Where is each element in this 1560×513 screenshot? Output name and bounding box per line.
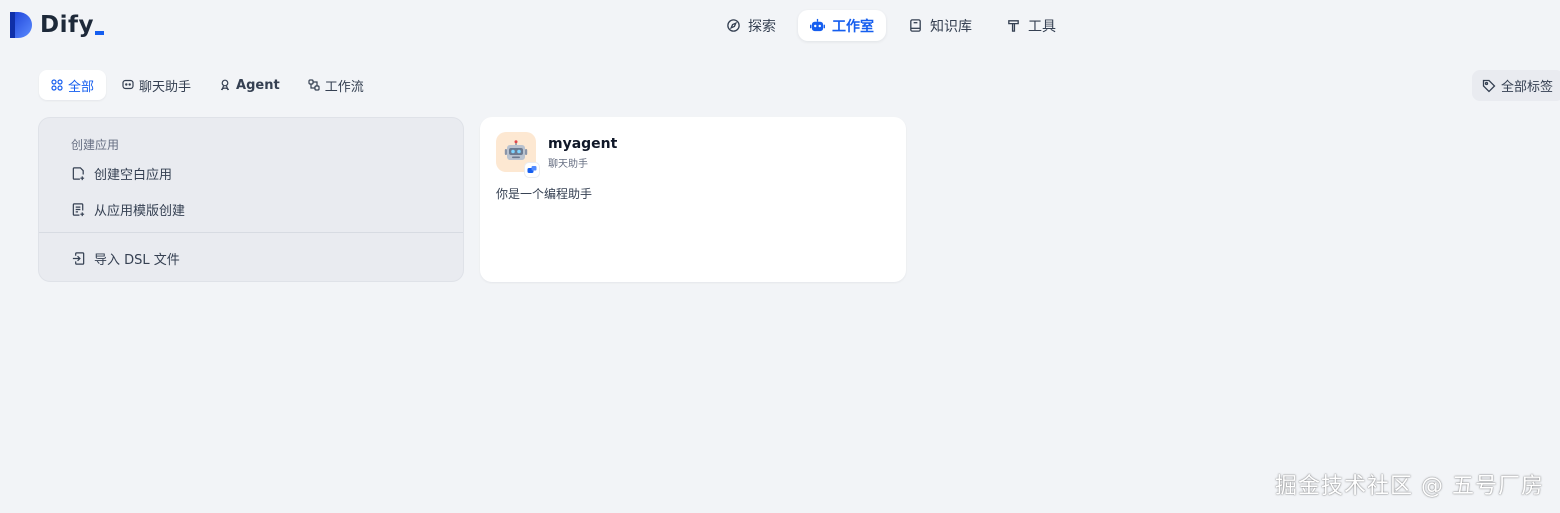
brand-name: Dify: [40, 12, 94, 38]
robot-emoji-icon: [504, 140, 528, 160]
watermark-text: 掘金技术社区 @ 五号厂房: [1275, 474, 1544, 499]
file-import-icon: [72, 251, 85, 265]
create-blank-app-label: 创建空白应用: [94, 167, 173, 183]
grid-icon: [51, 79, 63, 91]
workflow-icon: [308, 79, 320, 91]
agent-icon: [220, 79, 230, 91]
nav-tools-label: 工具: [1028, 18, 1056, 35]
create-from-template-button[interactable]: 从应用模版创建: [71, 199, 185, 219]
tag-filter-button[interactable]: 全部标签: [1472, 70, 1560, 101]
tab-agent[interactable]: Agent: [207, 70, 292, 100]
create-card-divider: [39, 232, 463, 233]
top-header: Dify 探索 工作室 知识库 工具: [0, 0, 1560, 52]
robot-icon: [810, 18, 825, 32]
tab-agent-label: Agent: [236, 77, 280, 93]
chat-bubble-icon: [122, 79, 134, 90]
nav-explore[interactable]: 探索: [714, 10, 788, 41]
create-app-title: 创建应用: [71, 138, 120, 152]
tab-all[interactable]: 全部: [39, 70, 107, 100]
tab-workflow[interactable]: 工作流: [296, 70, 376, 100]
app-mode-label: 聊天助手: [548, 159, 588, 170]
tag-icon: [1482, 79, 1496, 92]
tag-filter-label: 全部标签: [1501, 80, 1554, 95]
nav-tools[interactable]: 工具: [994, 10, 1068, 41]
app-type-tabs: 全部 聊天助手 Agent 工作流: [39, 70, 376, 100]
app-card-myagent[interactable]: myagent 聊天助手 你是一个编程助手: [480, 117, 906, 282]
brand-cursor: [94, 31, 104, 35]
nav-knowledge-label: 知识库: [930, 18, 972, 35]
import-dsl-button[interactable]: 导入 DSL 文件: [71, 248, 180, 268]
tab-chatbot-label: 聊天助手: [139, 79, 192, 95]
book-icon: [910, 19, 921, 32]
compass-icon: [727, 19, 740, 32]
nav-studio[interactable]: 工作室: [798, 10, 886, 41]
hammer-icon: [1008, 20, 1019, 32]
nav-studio-label: 工作室: [832, 18, 874, 35]
file-template-icon: [72, 202, 85, 216]
tab-workflow-label: 工作流: [324, 79, 364, 95]
tab-chatbot[interactable]: 聊天助手: [110, 70, 203, 100]
chat-badge-icon: [527, 166, 537, 173]
app-mode-badge: [524, 162, 540, 178]
app-description: 你是一个编程助手: [496, 187, 593, 201]
tab-all-label: 全部: [68, 79, 95, 95]
create-blank-app-button[interactable]: 创建空白应用: [71, 163, 172, 183]
nav-knowledge[interactable]: 知识库: [896, 10, 984, 41]
create-from-template-label: 从应用模版创建: [94, 203, 186, 219]
import-dsl-label: 导入 DSL 文件: [94, 252, 180, 268]
file-plus-icon: [72, 166, 85, 180]
main-nav: 探索 工作室 知识库 工具: [714, 10, 1068, 41]
dify-logo[interactable]: Dify: [8, 10, 104, 40]
create-app-card: 创建应用 创建空白应用 从应用模版创建 导入 DSL 文件: [38, 117, 464, 282]
app-name: myagent: [548, 136, 618, 152]
dify-logo-icon: [10, 12, 32, 38]
nav-explore-label: 探索: [748, 18, 776, 35]
